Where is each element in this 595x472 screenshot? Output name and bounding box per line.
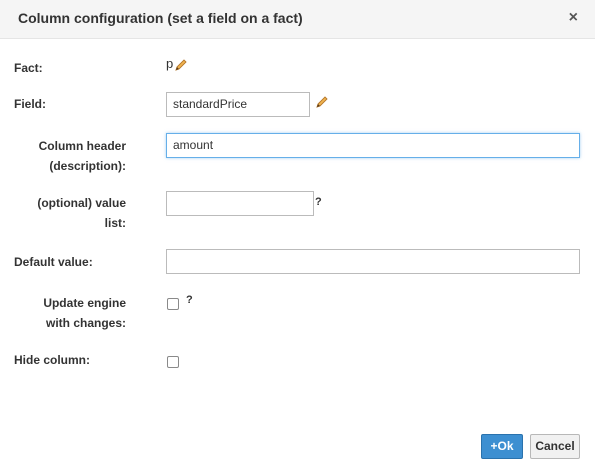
fact-label: Fact: [14,61,43,75]
update-engine-label-line1: Update engine [43,296,126,310]
help-icon[interactable]: ? [186,294,193,306]
pencil-icon[interactable] [315,95,329,109]
plus-icon: + [490,439,498,453]
value-list-label-line2: list: [104,216,126,230]
ok-button[interactable]: +Ok [481,434,523,459]
value-list-label-line1: (optional) value [37,196,126,210]
field-label: Field: [14,97,46,111]
hide-column-label: Hide column: [14,353,91,367]
column-header-label-line2: (description): [49,159,126,173]
column-header-label-line1: Column header [38,139,126,153]
value-list-input[interactable] [166,191,314,216]
hide-column-checkbox[interactable] [167,356,179,368]
default-value-label: Default value: [14,255,93,269]
update-engine-checkbox[interactable] [167,298,179,310]
ok-button-label: Ok [497,439,514,453]
default-value-input[interactable] [166,249,580,274]
close-icon[interactable]: × [569,9,578,27]
fact-value: p [166,56,174,71]
help-icon[interactable]: ? [315,196,322,208]
column-header-input[interactable]: amount [166,133,580,158]
dialog-header: Column configuration (set a field on a f… [0,0,595,39]
column-configuration-dialog: Column configuration (set a field on a f… [0,0,595,472]
update-engine-label-line2: with changes: [45,316,126,330]
field-input[interactable]: standardPrice [166,92,310,117]
cancel-button[interactable]: Cancel [530,434,580,459]
pencil-icon[interactable] [174,58,188,72]
dialog-title: Column configuration (set a field on a f… [18,10,303,26]
